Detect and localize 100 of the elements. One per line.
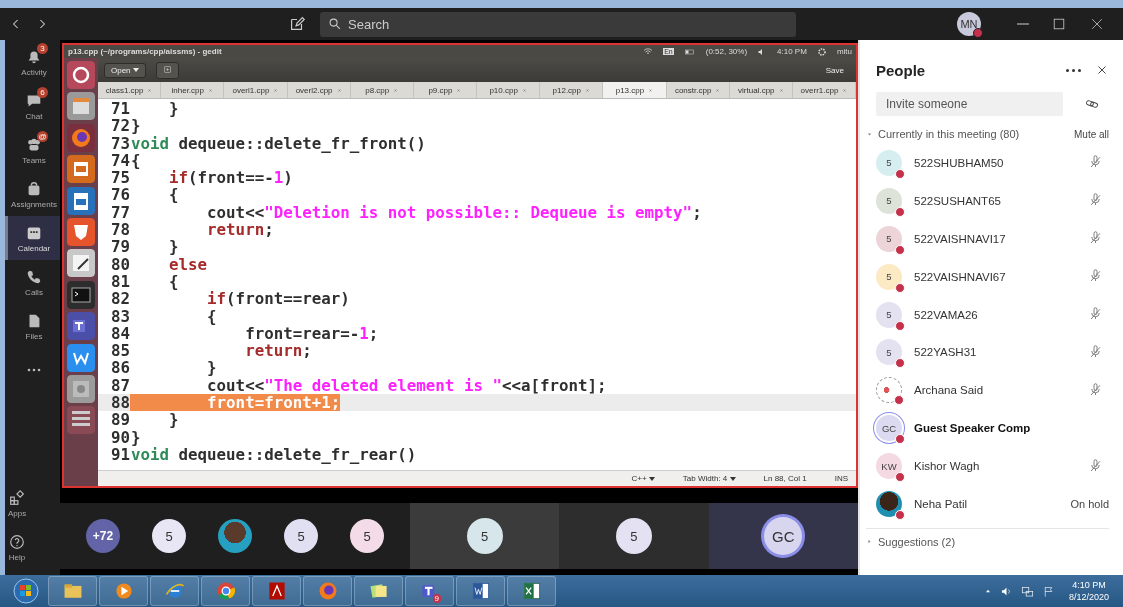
code-line: cout<<"The deleted element is "<<a[front]; — [206, 376, 607, 395]
file-tab[interactable]: virtual.cpp — [729, 82, 793, 98]
windows-orb-icon — [12, 577, 40, 605]
line-number: 83 — [109, 307, 130, 325]
presence-dot — [895, 434, 905, 445]
rail-item[interactable]: Files — [5, 304, 60, 348]
terminal-icon[interactable] — [67, 280, 95, 309]
search-field[interactable]: Search — [320, 11, 796, 37]
code-line: if(front==rear) — [206, 290, 350, 308]
code-line: { — [168, 186, 179, 204]
mute-all-button[interactable]: Mute all — [1074, 128, 1109, 140]
copy-link-button[interactable] — [1085, 97, 1099, 111]
participant-avatar[interactable]: 5 — [284, 519, 318, 553]
taskbar-app-button[interactable] — [507, 576, 556, 606]
more-icon — [27, 368, 41, 372]
file-tab[interactable]: overl1.cpp — [224, 82, 288, 98]
search-icon — [328, 16, 342, 31]
user-avatar[interactable]: MN — [957, 12, 981, 36]
participant-avatar[interactable]: +72 — [86, 519, 120, 553]
invite-field[interactable]: Invite someone — [876, 92, 1063, 116]
tab-close-icon — [273, 87, 279, 93]
file-tab[interactable]: overl2.cpp — [287, 82, 351, 98]
video-tile[interactable]: 5 — [559, 503, 709, 569]
network-icon — [1020, 584, 1034, 598]
taskbar-clock[interactable]: 4:10 PM 8/12/2020 — [1068, 579, 1109, 603]
participant-name: 522VAISHNAVI17 — [914, 232, 1007, 245]
file-tab[interactable]: p8.cpp — [350, 82, 414, 98]
w-letter-icon[interactable] — [67, 343, 95, 372]
line-number: 91 — [109, 445, 130, 464]
line-number: 84 — [109, 324, 130, 343]
line-number: 75 — [109, 169, 130, 187]
rail-item[interactable]: Help — [5, 525, 26, 569]
rail-item[interactable]: Teams @ — [5, 128, 60, 172]
taskbar-app-button[interactable] — [48, 576, 97, 606]
rail-item[interactable]: Activity 3 — [5, 40, 60, 84]
caret-icon — [866, 130, 873, 138]
ubuntu-logo-icon[interactable] — [67, 61, 95, 89]
line-number: 74 — [109, 151, 130, 170]
file-tab[interactable]: overr1.cpp — [792, 82, 857, 98]
new-tab-button[interactable] — [155, 61, 179, 79]
file-tab[interactable]: constr.cpp — [666, 82, 730, 98]
code-line: void dequeue::delete_fr_rear() — [130, 445, 417, 464]
file-tab[interactable]: p9.cpp — [413, 82, 478, 98]
cursor-position: Ln 88, Col 1 — [763, 474, 807, 483]
open-button[interactable]: Open — [104, 62, 146, 78]
notification-badge: 9 — [432, 594, 441, 603]
line-number: 85 — [109, 342, 130, 360]
compose-button[interactable] — [288, 15, 306, 33]
tab-width-selector[interactable]: Tab Width: 4 — [682, 474, 736, 483]
participant-name: Guest Speaker Comp — [914, 422, 1032, 435]
file-tab[interactable]: p13.cpp — [603, 82, 667, 98]
tab-close-icon — [147, 87, 153, 93]
file-tab[interactable]: inher.cpp — [161, 82, 225, 98]
participant-avatar[interactable]: 5 — [466, 518, 503, 554]
line-number: 88 — [109, 394, 130, 412]
tab-close-icon — [521, 87, 527, 93]
more-options-button[interactable] — [1066, 68, 1081, 72]
presence-dot — [895, 244, 905, 255]
file-tab[interactable]: class1.cpp — [98, 82, 162, 98]
code-line: { — [168, 272, 179, 291]
rail-item[interactable]: Calendar — [5, 216, 60, 260]
participant-avatar[interactable]: 5 — [152, 519, 186, 553]
file-cabinet-icon[interactable] — [67, 92, 95, 121]
presentation-icon[interactable] — [67, 155, 95, 184]
language-selector[interactable]: C++ — [631, 474, 655, 483]
rail-item[interactable]: Assignments — [5, 172, 60, 216]
document-icon[interactable] — [67, 186, 95, 215]
stacked-disks-icon[interactable] — [67, 406, 95, 435]
taskbar-app-button[interactable] — [201, 576, 250, 606]
taskbar-app-button[interactable] — [252, 576, 301, 606]
taskbar-app-button[interactable] — [354, 576, 403, 606]
gear-icon — [816, 46, 827, 57]
video-tile[interactable]: GC — [708, 503, 858, 569]
tab-close-icon — [585, 87, 590, 93]
participant-avatar[interactable]: 5 — [350, 519, 384, 553]
teams-app-icon[interactable] — [67, 312, 95, 341]
window-title: p13.cpp (~/programs/cpp/aissms) - gedit — [68, 47, 223, 56]
line-number: 86 — [109, 359, 130, 377]
rail-item[interactable]: Chat 6 — [5, 84, 60, 128]
file-tab[interactable]: p10.cpp — [477, 82, 541, 98]
maximize-button[interactable] — [1051, 16, 1067, 32]
rail-item[interactable]: Calls — [5, 260, 60, 304]
participant-avatar[interactable]: GC — [764, 517, 803, 555]
line-number: 76 — [109, 186, 130, 204]
tab-close-icon — [648, 87, 654, 93]
participant-avatar[interactable]: 5 — [616, 518, 652, 554]
taskbar-app-button[interactable] — [456, 576, 505, 606]
close-button[interactable] — [1089, 16, 1105, 32]
participant-name: Archana Said — [914, 384, 985, 397]
taskbar-app-button[interactable]: 9 — [405, 576, 454, 606]
video-tile[interactable]: 5 — [410, 503, 560, 569]
pencil-paper-icon[interactable] — [67, 249, 95, 278]
rail-item[interactable]: Apps — [5, 481, 27, 525]
presence-dot — [895, 206, 905, 217]
suggestions-toggle[interactable]: Suggestions (2) — [866, 527, 1109, 549]
participant-name: Kishor Wagh — [914, 460, 981, 473]
taskbar-app-button[interactable] — [99, 576, 148, 606]
section-toggle[interactable]: Currently in this meeting (80) — [866, 128, 1020, 140]
save-button[interactable]: Save — [819, 63, 850, 77]
presence-dot — [895, 282, 905, 293]
